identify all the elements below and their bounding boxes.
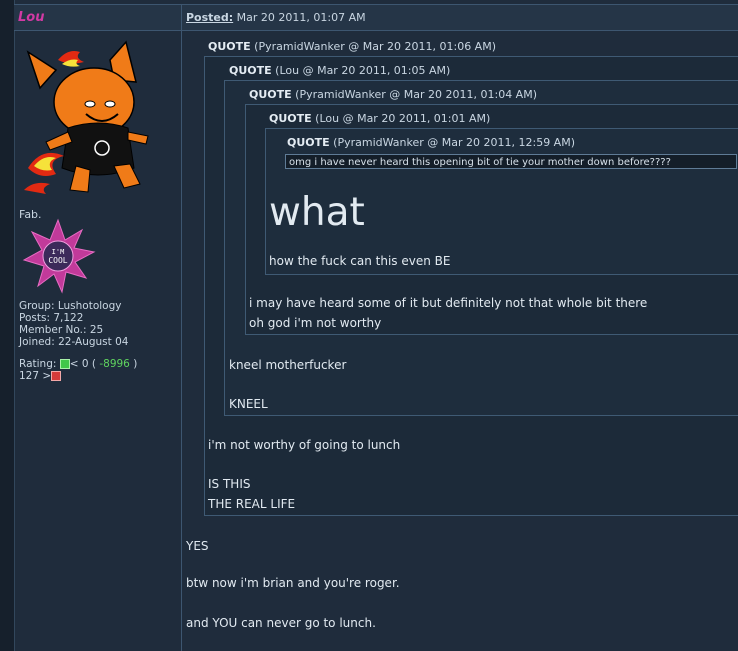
left-edge-bar [0, 0, 15, 651]
heard-line-2: oh god i'm not worthy [249, 316, 382, 330]
rate-down-button[interactable] [51, 371, 62, 381]
innermost-quote-text: omg i have never heard this opening bit … [285, 154, 737, 169]
im-cool-badge: I'M COOL [22, 218, 96, 294]
how-line: how the fuck can this even BE [269, 254, 451, 268]
brian-line: btw now i'm brian and you're roger. [186, 576, 400, 590]
lunch-line: i'm not worthy of going to lunch [208, 438, 401, 452]
svg-text:I'M: I'M [52, 248, 65, 256]
kneel-line-1: kneel motherfucker [229, 358, 347, 372]
rating-row: Rating: < 0 ( -8996 ) [19, 358, 137, 370]
rating-line2: 127 > [19, 370, 52, 382]
rating-label: Rating: [19, 358, 57, 370]
real-life-line: THE REAL LIFE [208, 497, 296, 511]
posted-info: Posted: Mar 20 2011, 01:07 AM [186, 11, 366, 24]
heard-line-1: i may have heard some of it but definite… [249, 296, 648, 310]
kneel-line-2: KNEEL [229, 397, 268, 411]
quote-header-3: QUOTE (PyramidWanker @ Mar 20 2011, 01:0… [249, 88, 537, 101]
member-info: Group: Lushotology Posts: 7,122 Member N… [19, 300, 137, 382]
quote-header-4: QUOTE (Lou @ Mar 20 2011, 01:01 AM) [269, 112, 491, 125]
yes-line: YES [186, 539, 209, 553]
member-joined: Joined: 22-August 04 [19, 336, 129, 348]
member-number: Member No.: 25 [19, 324, 104, 336]
username-link[interactable]: Lou [18, 10, 44, 25]
you-lunch-line: and YOU can never go to lunch. [186, 616, 376, 630]
member-posts: Posts: 7,122 [19, 312, 84, 324]
quote-header-5: QUOTE (PyramidWanker @ Mar 20 2011, 12:5… [287, 136, 575, 149]
rating-lt: < 0 ( [69, 358, 96, 370]
is-this-line: IS THIS [208, 477, 251, 491]
member-group: Group: Lushotology [19, 300, 122, 312]
quote-header-2: QUOTE (Lou @ Mar 20 2011, 01:05 AM) [229, 64, 451, 77]
svg-text:COOL: COOL [48, 256, 67, 265]
quote-header-1: QUOTE (PyramidWanker @ Mar 20 2011, 01:0… [208, 40, 496, 53]
rating-value: -8996 [99, 358, 130, 370]
posted-label[interactable]: Posted: [186, 11, 233, 24]
posted-date: Mar 20 2011, 01:07 AM [236, 11, 366, 24]
rate-up-button[interactable] [59, 359, 70, 369]
post-header: Lou Posted: Mar 20 2011, 01:07 AM [14, 4, 738, 31]
rating-row-2: 127 > [19, 370, 137, 382]
big-what-text: what [269, 190, 365, 235]
column-divider [181, 4, 182, 651]
rating-close: ) [133, 358, 138, 370]
user-avatar [24, 40, 149, 194]
